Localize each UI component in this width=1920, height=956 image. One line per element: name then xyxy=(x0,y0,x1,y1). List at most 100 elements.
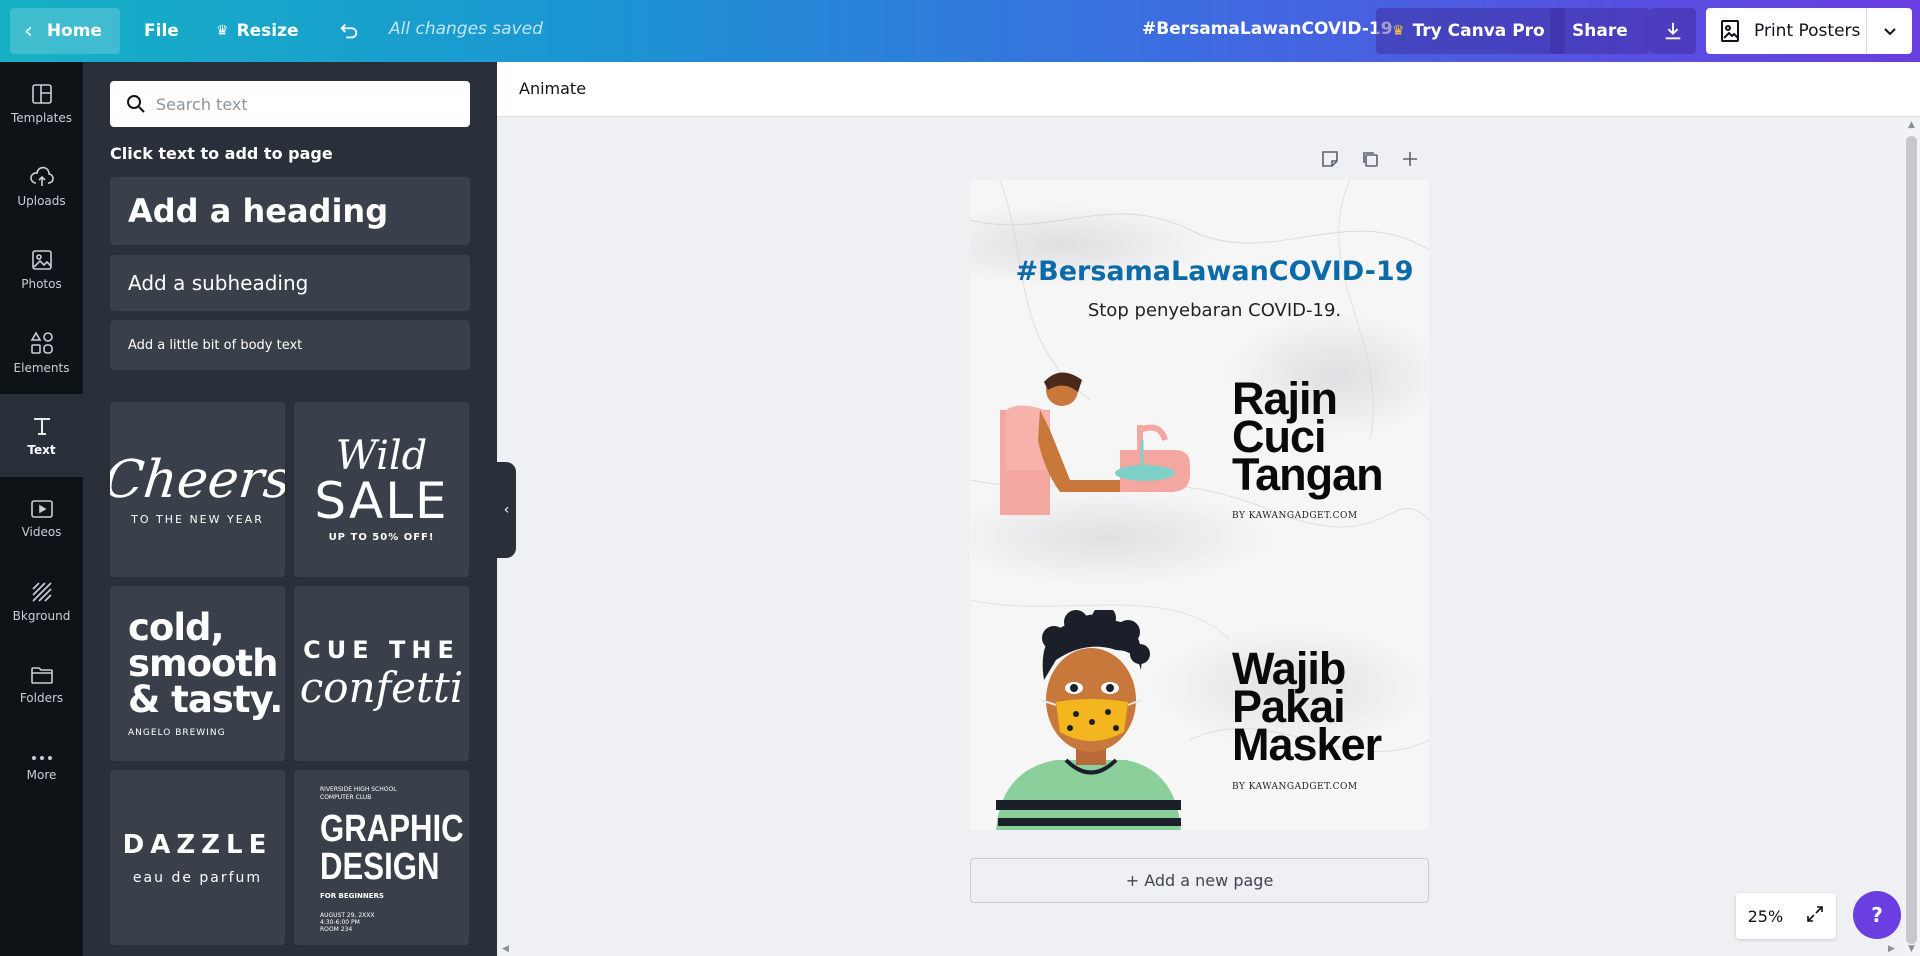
poster-credit[interactable]: BY KAWANGADGET.COM xyxy=(1232,782,1358,792)
page-tools xyxy=(1310,147,1430,171)
home-button[interactable]: ‹ Home xyxy=(10,8,120,54)
template-sub-text: RIVERSIDE HIGH SCHOOL COMPUTER CLUB xyxy=(320,786,397,801)
rail-item-text[interactable]: Text xyxy=(0,394,83,477)
video-icon xyxy=(30,499,53,518)
print-options-dropdown[interactable] xyxy=(1866,8,1912,54)
design-canvas[interactable]: #BersamaLawanCOVID-19 Stop penyebaran CO… xyxy=(970,180,1429,830)
rail-item-elements[interactable]: Elements xyxy=(0,311,83,394)
scroll-right-icon[interactable]: ▶ xyxy=(1888,944,1895,954)
rail-item-more[interactable]: More xyxy=(0,726,83,809)
template-sub-text: TO THE NEW YEAR xyxy=(131,513,264,526)
resize-label: Resize xyxy=(236,21,299,41)
template-main-text: GRAPHIC xyxy=(320,808,464,850)
undo-button[interactable] xyxy=(322,8,376,54)
home-label: Home xyxy=(46,21,102,41)
template-main-text: smooth xyxy=(128,641,278,685)
template-sub-text: 4:30-6:00 PM xyxy=(320,919,360,926)
text-panel: Click text to add to page Add a heading … xyxy=(83,62,497,956)
upload-cloud-icon xyxy=(29,166,54,186)
search-text-input[interactable] xyxy=(156,94,456,114)
share-button[interactable]: Share xyxy=(1550,8,1650,54)
search-box xyxy=(110,81,470,127)
poster-subtitle[interactable]: Stop penyebaran COVID-19. xyxy=(970,300,1429,321)
add-page-icon-button[interactable] xyxy=(1390,147,1430,171)
side-navigation: Templates Uploads Photos Elements Text V… xyxy=(0,62,83,956)
vertical-scrollbar[interactable]: ▲ ▼ xyxy=(1903,118,1920,956)
note-icon xyxy=(1322,151,1338,167)
text-template-graphic-design[interactable]: RIVERSIDE HIGH SCHOOL COMPUTER CLUB GRAP… xyxy=(294,770,469,945)
scrollbar-thumb[interactable] xyxy=(1906,136,1917,944)
scroll-left-icon[interactable]: ◀ xyxy=(502,944,509,954)
template-main-text: DAZZLE xyxy=(122,829,273,860)
template-main-text: cold, xyxy=(128,605,225,649)
rail-label: Text xyxy=(27,442,56,457)
resize-button[interactable]: ♛ Resize xyxy=(200,8,315,54)
expand-icon xyxy=(1807,906,1824,922)
editor-toolbar: Animate xyxy=(497,62,1920,117)
file-menu-button[interactable]: File xyxy=(128,8,195,54)
poster-title[interactable]: #BersamaLawanCOVID-19 xyxy=(970,256,1429,287)
more-icon xyxy=(31,755,52,760)
rail-item-uploads[interactable]: Uploads xyxy=(0,145,83,228)
rail-item-videos[interactable]: Videos xyxy=(0,477,83,560)
scroll-down-icon[interactable]: ▼ xyxy=(1903,944,1920,954)
scroll-up-icon[interactable]: ▲ xyxy=(1903,120,1920,130)
rail-item-photos[interactable]: Photos xyxy=(0,228,83,311)
rail-item-folders[interactable]: Folders xyxy=(0,643,83,726)
add-new-page-button[interactable]: + Add a new page xyxy=(970,858,1429,903)
text-template-cold-smooth[interactable]: cold, smooth & tasty. ANGELO BREWING xyxy=(110,586,285,761)
duplicate-icon xyxy=(1363,152,1378,167)
add-subheading-button[interactable]: Add a subheading xyxy=(110,255,470,311)
templates-icon xyxy=(31,83,52,104)
search-icon xyxy=(127,95,145,113)
rail-label: More xyxy=(26,767,57,782)
text-template-cheers[interactable]: Cheers TO THE NEW YEAR xyxy=(110,402,285,577)
template-main-text: Cheers xyxy=(110,450,285,510)
add-body-text-button[interactable]: Add a little bit of body text xyxy=(110,320,470,370)
rail-item-templates[interactable]: Templates xyxy=(0,62,83,145)
zoom-level[interactable]: 25% xyxy=(1748,907,1784,926)
add-heading-button[interactable]: Add a heading xyxy=(110,177,470,245)
duplicate-page-button[interactable] xyxy=(1350,147,1390,171)
chevron-left-icon: ‹ xyxy=(503,502,510,518)
print-label: Print Posters xyxy=(1754,21,1861,41)
help-button[interactable]: ? xyxy=(1853,891,1901,939)
template-main-text: CUE THE xyxy=(303,635,460,664)
template-sub-text: eau de parfum xyxy=(132,869,263,886)
template-sub-text: FOR BEGINNERS xyxy=(320,892,384,900)
fullscreen-button[interactable] xyxy=(1806,905,1824,927)
text-template-wild-sale[interactable]: Wild SALE UP TO 50% OFF! xyxy=(294,402,469,577)
rail-item-background[interactable]: Bkground xyxy=(0,560,83,643)
chevron-left-icon: ‹ xyxy=(24,18,33,44)
text-template-confetti[interactable]: CUE THE confetti xyxy=(294,586,469,761)
document-title[interactable]: #BersamaLawanCOVID-19 xyxy=(1142,19,1393,39)
handwashing-illustration[interactable] xyxy=(1000,370,1200,515)
save-status: All changes saved xyxy=(389,19,543,39)
add-note-button[interactable] xyxy=(1310,147,1350,171)
animate-button[interactable]: Animate xyxy=(519,79,586,98)
rail-label: Bkground xyxy=(12,608,71,623)
template-main-text: DESIGN xyxy=(320,846,440,888)
try-canva-pro-button[interactable]: ♛ Try Canva Pro xyxy=(1376,8,1565,54)
text-template-dazzle[interactable]: DAZZLE eau de parfum xyxy=(110,770,285,945)
pro-label: Try Canva Pro xyxy=(1412,21,1545,41)
collapse-panel-handle[interactable]: ‹ xyxy=(497,462,516,558)
template-sub-text: AUGUST 29, 2XXX xyxy=(320,912,375,919)
background-icon xyxy=(31,581,52,602)
zoom-control: 25% xyxy=(1736,893,1836,939)
panel-hint: Click text to add to page xyxy=(110,144,333,163)
poster-credit[interactable]: BY KAWANGADGET.COM xyxy=(1232,511,1358,521)
download-button[interactable] xyxy=(1650,8,1696,54)
template-main-text: & tasty. xyxy=(128,677,283,721)
poster-mask-heading[interactable]: Wajib Pakai Masker xyxy=(1232,646,1382,767)
heading-line: Tangan xyxy=(1232,449,1384,500)
poster-handwash-heading[interactable]: Rajin Cuci Tangan xyxy=(1232,376,1384,500)
print-posters-button[interactable]: Print Posters xyxy=(1706,8,1912,54)
rail-label: Photos xyxy=(21,276,62,291)
template-main-text: SALE xyxy=(314,472,449,530)
masked-person-illustration[interactable] xyxy=(996,610,1186,830)
rail-label: Templates xyxy=(10,110,72,125)
crown-icon: ♛ xyxy=(216,23,229,39)
chevron-down-icon xyxy=(1883,28,1896,36)
rail-label: Folders xyxy=(19,690,64,705)
